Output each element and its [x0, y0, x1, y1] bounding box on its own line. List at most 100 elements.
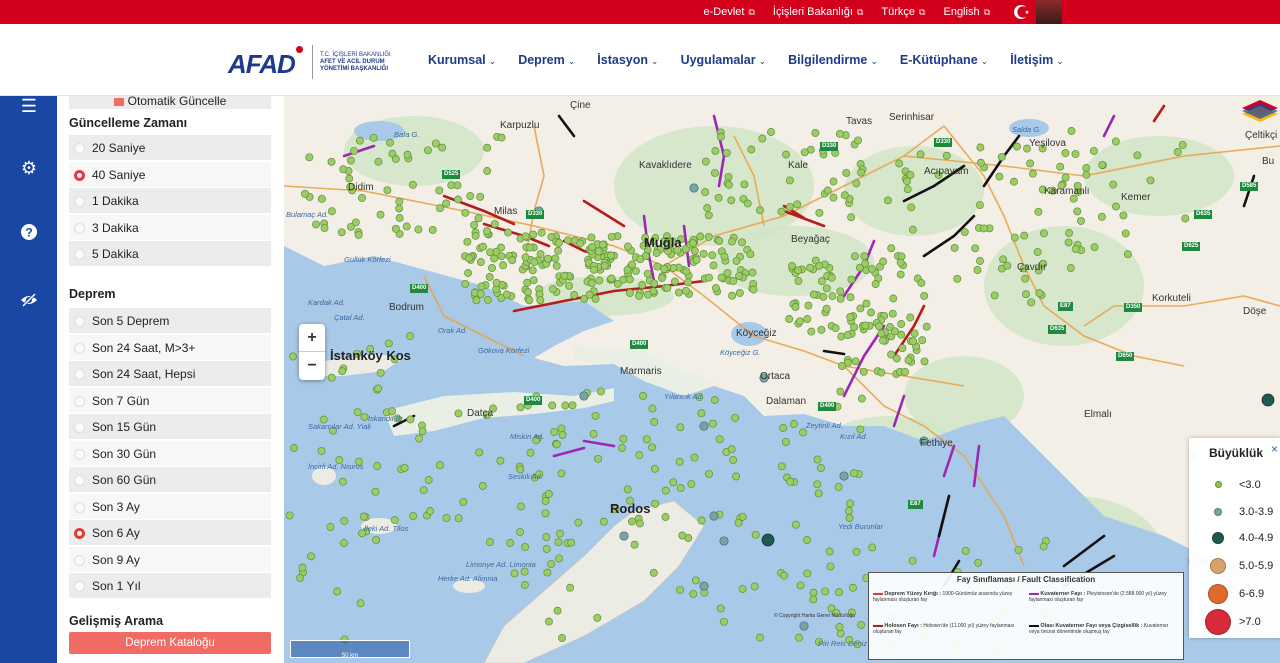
- earthquake-marker: [485, 273, 494, 281]
- earthquake-marker: [1111, 137, 1120, 146]
- radio-button[interactable]: [74, 528, 85, 539]
- radio-option[interactable]: 3 Dakika: [69, 214, 271, 241]
- radio-button[interactable]: [74, 554, 85, 566]
- earthquake-marker: [815, 261, 824, 270]
- radio-option[interactable]: Son 60 Gün: [69, 467, 271, 493]
- radio-option[interactable]: Son 15 Gün: [69, 414, 271, 440]
- layers-icon[interactable]: [1240, 98, 1280, 122]
- radio-option[interactable]: Son 3 Ay: [69, 493, 271, 520]
- top-link-edevlet[interactable]: e-Devlet ⧉: [703, 6, 754, 18]
- earthquake-marker: [828, 292, 837, 301]
- earthquake-marker: [554, 246, 563, 255]
- radio-option[interactable]: Son 24 Saat, Hepsi: [69, 361, 271, 387]
- earthquake-marker: [852, 547, 861, 556]
- nav-istasyon[interactable]: İstasyon ⌄: [597, 53, 658, 67]
- radio-button[interactable]: [74, 196, 85, 207]
- radio-button[interactable]: [74, 448, 85, 460]
- radio-button[interactable]: [74, 475, 85, 486]
- earthquake-marker: [708, 419, 717, 428]
- radio-option[interactable]: Son 7 Gün: [69, 387, 271, 414]
- map-label-koycegiz: Köyceğiz: [736, 328, 777, 339]
- earthquake-marker: [781, 437, 790, 446]
- radio-option[interactable]: Son 24 Saat, M>3+: [69, 334, 271, 361]
- earthquake-marker: [860, 252, 869, 261]
- earthquake-marker: [1003, 261, 1012, 270]
- legend-row: 3.0-3.9: [1205, 506, 1273, 518]
- earthquake-marker: [585, 290, 594, 299]
- earthquake-marker: [442, 199, 451, 208]
- radio-option[interactable]: Son 30 Gün: [69, 440, 271, 467]
- radio-button[interactable]: [74, 422, 85, 433]
- advanced-search-title: Gelişmiş Arama: [69, 614, 164, 628]
- earthquake-marker: [359, 512, 368, 521]
- menu-icon[interactable]: ☰: [19, 96, 39, 116]
- radio-button[interactable]: [74, 316, 85, 327]
- nav-e-kutuphane[interactable]: E-Kütüphane ⌄: [900, 53, 988, 67]
- radio-button[interactable]: [74, 369, 85, 380]
- top-link-icisleri[interactable]: İçişleri Bakanlığı ⧉: [773, 6, 864, 18]
- radio-option[interactable]: 1 Dakika: [69, 188, 271, 214]
- close-icon[interactable]: ×: [1271, 442, 1278, 456]
- nav-label: İstasyon: [597, 53, 649, 67]
- earthquake-marker: [338, 367, 347, 376]
- gear-icon[interactable]: ⚙: [19, 158, 39, 178]
- earthquake-marker: [543, 568, 552, 577]
- zoom-in-button[interactable]: +: [299, 324, 325, 352]
- nav-iletisim[interactable]: İletişim ⌄: [1010, 53, 1064, 67]
- nav-kurumsal[interactable]: Kurumsal ⌄: [428, 53, 496, 67]
- earthquake-marker: [850, 252, 859, 261]
- fault-item: Deprem Yüzey Kırığı : 1900-Günümüz arası…: [873, 591, 1023, 603]
- radio-button[interactable]: [74, 342, 85, 354]
- radio-button[interactable]: [74, 501, 85, 513]
- radio-button[interactable]: [74, 581, 85, 592]
- radio-button[interactable]: [74, 222, 85, 234]
- radio-option[interactable]: Son 1 Yıl: [69, 573, 271, 599]
- earthquake-marker: [591, 411, 600, 420]
- nav-uygulamalar[interactable]: Uygulamalar ⌄: [681, 53, 767, 67]
- earthquake-marker: [1111, 202, 1120, 211]
- earthquake-marker: [857, 168, 865, 177]
- zoom-out-button[interactable]: −: [299, 352, 325, 380]
- nav-bilgilendirme[interactable]: Bilgilendirme ⌄: [788, 53, 878, 67]
- radio-option[interactable]: Son 6 Ay: [69, 520, 271, 546]
- auto-update-checkbox[interactable]: [113, 97, 124, 106]
- earthquake-marker: [355, 136, 364, 145]
- radio-option[interactable]: 5 Dakika: [69, 241, 271, 267]
- earthquake-marker: [442, 514, 451, 523]
- earthquake-marker: [471, 231, 480, 240]
- earthquake-marker: [727, 445, 736, 454]
- radio-button[interactable]: [74, 249, 85, 260]
- earthquake-catalog-button[interactable]: Deprem Kataloğu: [69, 632, 271, 654]
- help-icon[interactable]: ?: [19, 222, 39, 242]
- earthquake-marker: [613, 279, 622, 288]
- earthquake-map[interactable]: Muğla Rodos İstanköy Kos Bodrum Didim Milas Ka…: [284, 96, 1280, 663]
- radio-option[interactable]: Son 5 Deprem: [69, 308, 271, 334]
- earthquake-marker: [657, 274, 666, 283]
- radio-button[interactable]: [74, 169, 85, 181]
- afad-logo[interactable]: AFAD: [228, 49, 296, 80]
- earthquake-marker: [676, 484, 685, 493]
- earthquake-marker: [424, 476, 433, 484]
- legend-label: <3.0: [1239, 478, 1261, 491]
- earthquake-marker: [337, 228, 346, 237]
- top-link-english[interactable]: English ⧉: [943, 6, 990, 18]
- top-link-turkce[interactable]: Türkçe ⧉: [881, 6, 925, 18]
- earthquake-marker: [809, 290, 818, 299]
- earthquake-marker: [903, 185, 912, 194]
- nav-deprem[interactable]: Deprem ⌄: [518, 53, 575, 67]
- radio-button[interactable]: [74, 143, 85, 154]
- radio-option[interactable]: Son 9 Ay: [69, 546, 271, 573]
- earthquake-marker: [607, 274, 616, 283]
- radio-option[interactable]: 20 Saniye: [69, 135, 271, 161]
- earthquake-marker: [997, 152, 1006, 161]
- auto-update-toggle[interactable]: Otomatik Güncelle: [69, 96, 271, 110]
- earthquake-marker: [892, 354, 901, 363]
- radio-button[interactable]: [74, 395, 85, 407]
- earthquake-marker: [756, 206, 764, 215]
- eye-slash-icon[interactable]: [19, 290, 39, 310]
- map-label-celtikci: Çeltikçi: [1245, 130, 1278, 141]
- earthquake-marker: [995, 172, 1004, 181]
- map-label-mugla: Muğla: [644, 235, 682, 250]
- earthquake-marker: [684, 278, 693, 287]
- radio-option[interactable]: 40 Saniye: [69, 161, 271, 188]
